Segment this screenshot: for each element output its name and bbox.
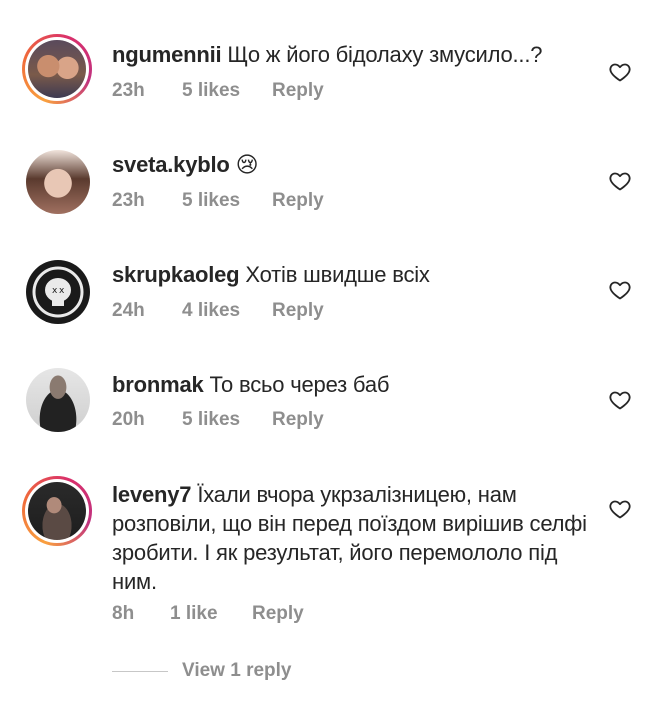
- view-replies-label: View 1 reply: [182, 660, 292, 681]
- reply-button[interactable]: Reply: [272, 80, 352, 102]
- comment-meta: 23h 5 likes Reply: [112, 80, 352, 102]
- avatar: [28, 482, 86, 540]
- avatar-story-ring[interactable]: [22, 34, 92, 104]
- reply-button[interactable]: Reply: [272, 190, 352, 212]
- comment-time: 23h: [112, 190, 145, 211]
- heart-outline-icon[interactable]: [608, 388, 632, 412]
- comment-likes[interactable]: 4 likes: [182, 300, 272, 322]
- comment-text: То всьо через баб: [209, 372, 390, 397]
- comment-text: Хотів швидше всіх: [245, 262, 430, 287]
- avatar-wrap[interactable]: x x: [26, 260, 90, 324]
- heart-outline-icon[interactable]: [608, 169, 632, 193]
- heart-outline-icon[interactable]: [608, 278, 632, 302]
- avatar-wrap[interactable]: [26, 368, 90, 432]
- avatar: [26, 150, 90, 214]
- comment-time: 24h: [112, 300, 145, 321]
- view-replies-button[interactable]: View 1 reply: [112, 660, 292, 682]
- comment-likes[interactable]: 5 likes: [182, 80, 272, 102]
- svg-text:x: x: [59, 286, 65, 296]
- comment-meta: 8h 1 like Reply: [112, 603, 332, 625]
- comment-meta: 24h 4 likes Reply: [112, 300, 352, 322]
- comment-time: 20h: [112, 409, 145, 430]
- comment-likes[interactable]: 5 likes: [182, 190, 272, 212]
- comment-username[interactable]: sveta.kyblo: [112, 152, 230, 177]
- divider-line: [112, 670, 168, 672]
- avatar: [26, 368, 90, 432]
- avatar: x x: [26, 260, 90, 324]
- comment-text: 😢: [235, 152, 259, 177]
- reply-button[interactable]: Reply: [272, 300, 352, 322]
- heart-outline-icon[interactable]: [608, 497, 632, 521]
- comment-text: Що ж його бідолаху змусило...?: [227, 42, 543, 67]
- avatar: [28, 40, 86, 98]
- svg-text:x: x: [52, 286, 58, 296]
- comment-meta: 23h 5 likes Reply: [112, 190, 352, 212]
- comment-username[interactable]: ngumennii: [112, 42, 222, 67]
- comment-likes[interactable]: 1 like: [170, 603, 252, 625]
- comment-time: 23h: [112, 80, 145, 101]
- comment-meta: 20h 5 likes Reply: [112, 409, 352, 431]
- skull-logo-icon: x x: [32, 266, 84, 318]
- reply-button[interactable]: Reply: [252, 603, 332, 625]
- avatar-story-ring[interactable]: [22, 476, 92, 546]
- comment-time: 8h: [112, 603, 135, 624]
- comment-username[interactable]: skrupkaoleg: [112, 262, 240, 287]
- avatar-wrap[interactable]: [26, 150, 90, 214]
- heart-outline-icon[interactable]: [608, 60, 632, 84]
- comment-username[interactable]: leveny7: [112, 482, 192, 507]
- reply-button[interactable]: Reply: [272, 409, 352, 431]
- comment-likes[interactable]: 5 likes: [182, 409, 272, 431]
- comment-username[interactable]: bronmak: [112, 372, 204, 397]
